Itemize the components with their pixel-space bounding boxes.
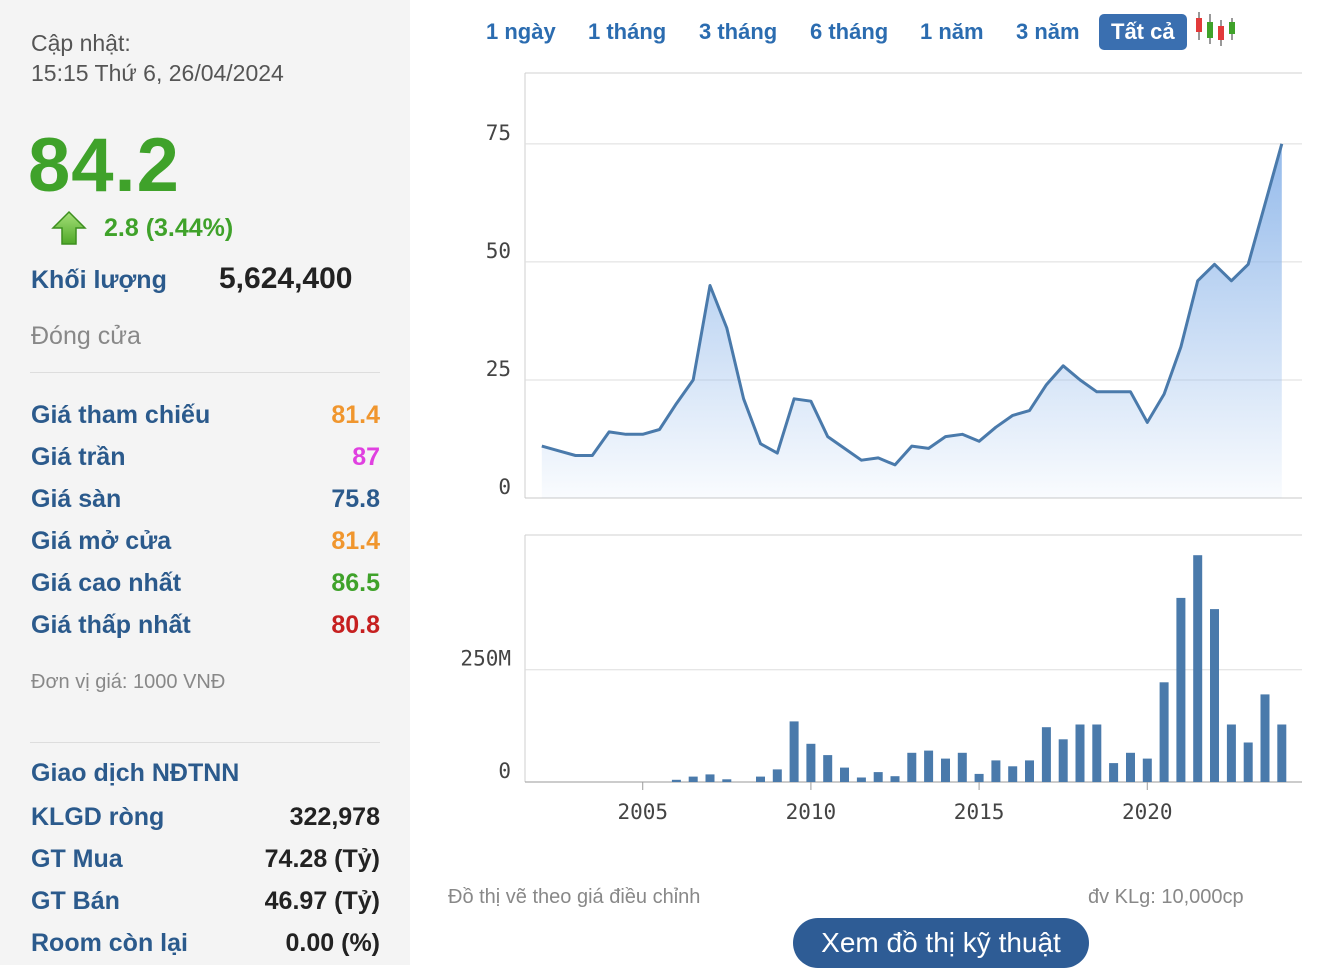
y-tick-label: 0 [498,475,511,499]
volume-bar [1243,742,1253,782]
volume-bar [1058,739,1068,782]
x-tick-label: 2020 [1122,800,1173,824]
volume-bar [1193,555,1203,782]
x-tick-label: 2010 [786,800,837,824]
volume-bar [756,776,765,782]
technical-chart-button[interactable]: Xem đồ thị kỹ thuật [793,918,1089,968]
volume-bar [974,773,984,782]
volume-bar [772,769,782,782]
volume-bar [957,752,967,782]
y-tick-label: 0 [498,759,511,783]
volume-bar [671,779,681,782]
volume-bar [890,776,900,782]
price-area-chart: 0 25 50 75 [486,72,1302,499]
volume-bar [1159,682,1169,782]
volume-bar [1109,763,1119,782]
volume-bar [1260,694,1270,782]
y-tick-label: 250M [460,647,511,671]
volume-bar [1226,724,1236,782]
volume-bar [1210,609,1219,782]
volume-bar [1126,752,1135,782]
volume-bar [806,743,816,782]
volume-bar [1008,766,1018,782]
volume-bar [1092,724,1102,782]
volume-bar [991,760,1001,782]
y-tick-label: 75 [486,121,511,145]
volume-bar [1075,724,1085,782]
y-tick-label: 25 [486,357,511,381]
volume-bar [789,721,799,782]
adjusted-price-note: Đồ thị vẽ theo giá điều chỉnh [448,886,701,908]
volume-bar [840,767,849,782]
volume-bar [705,774,715,782]
volume-bar [688,776,698,782]
volume-bar [1176,597,1186,782]
x-tick-label: 2005 [617,800,668,824]
volume-bar [823,755,833,782]
x-axis: 2005 2010 2015 2020 [617,782,1173,824]
volume-bar-chart: 0 250M [460,534,1302,783]
x-tick-label: 2015 [954,800,1005,824]
price-volume-chart: 0 25 50 75 0 250M 2005 2010 2015 2020 [460,72,1302,824]
volume-bar [1277,724,1287,782]
y-tick-label: 50 [486,239,511,263]
volume-bar [941,758,950,782]
volume-bar [1041,727,1051,782]
volume-bar [722,779,732,782]
volume-bar [1025,760,1034,782]
volume-bar [873,772,883,782]
volume-bar [924,750,934,782]
volume-bar [907,752,917,782]
volume-bar [856,777,866,782]
volume-unit-note: đv KLg: 10,000cp [1088,886,1244,908]
volume-bar [1142,758,1152,782]
